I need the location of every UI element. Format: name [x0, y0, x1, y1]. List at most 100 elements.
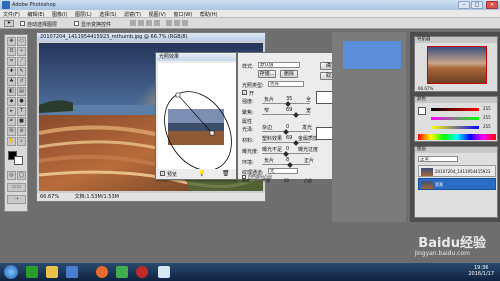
material-min: 塑料效果	[262, 136, 283, 142]
eraser-tool-icon[interactable]: ◧	[7, 87, 16, 96]
right-panels: 导航器 66.67% 颜色 255 255 255 图层 正常 20107204…	[410, 32, 500, 222]
app-title: Adobe Photoshop	[12, 2, 56, 8]
light-center-handle[interactable]	[209, 130, 215, 136]
notes-tool-icon[interactable]: ✉	[7, 127, 16, 136]
focus-min: 窄	[264, 108, 270, 114]
save-button[interactable]: 存储...	[258, 70, 276, 78]
gloss-max: 发光	[302, 125, 313, 131]
layer-thumbnail	[421, 181, 433, 189]
history-brush-icon[interactable]: ↺	[17, 77, 26, 86]
document-status-bar: 66.67% 文档:1.53M/1.53M	[37, 193, 265, 201]
green-slider[interactable]	[431, 117, 479, 120]
layer-row[interactable]: 20107204_1411954415923	[418, 165, 496, 177]
type-tool-icon[interactable]: T	[17, 107, 26, 116]
blur-tool-icon[interactable]: ◆	[7, 97, 16, 106]
shape-tool-icon[interactable]: ■	[17, 117, 26, 126]
toolbox: ✥ ▭ ʘ ✧ ⌗ ⟋ ✚ ✎ ♣ ↺ ◧ ▤ ◆ ● ▸ T ✒ ■ ✉ ⊘ …	[4, 34, 28, 212]
layer-name-background: 背景	[435, 182, 443, 187]
document-title: 20107204_1411954415923_mthumb.jpg @ 66.7…	[37, 33, 265, 41]
gloss-min: 杂边	[262, 125, 273, 131]
light-on-checkbox[interactable]: ✓	[242, 90, 247, 95]
layer-name: 20107204_1411954415923	[435, 169, 491, 174]
intensity-min: 负片	[264, 97, 275, 103]
magic-wand-icon[interactable]: ✧	[17, 47, 26, 56]
navigator-tab[interactable]: 导航器	[415, 37, 497, 43]
slice-tool-icon[interactable]: ⟋	[17, 57, 26, 66]
marquee-tool-icon[interactable]: ▭	[17, 37, 26, 46]
close-button[interactable]: ✕	[486, 1, 498, 9]
brush-tool-icon[interactable]: ✎	[17, 67, 26, 76]
color-spectrum-bar[interactable]	[418, 134, 496, 140]
zoom-tool-icon[interactable]: ⌕	[17, 137, 26, 146]
light-preview-area[interactable]	[158, 63, 236, 169]
texture-select[interactable]: 无	[268, 168, 298, 174]
lightbulb-icon[interactable]: 💡	[198, 170, 205, 177]
preview-checkbox[interactable]: ✓	[160, 171, 165, 176]
focus-slider[interactable]	[262, 114, 310, 115]
blue-slider[interactable]	[431, 126, 479, 129]
light-on-label: 开	[249, 91, 255, 97]
trash-icon[interactable]: 🗑	[222, 170, 230, 177]
style-select[interactable]: 默认值	[258, 62, 300, 68]
system-clock[interactable]: 19:36 2016/1/17	[468, 265, 494, 277]
document-size: 文档:1.53M/1.53M	[74, 194, 119, 200]
standard-mode-icon[interactable]: ◯	[17, 171, 26, 180]
crop-tool-icon[interactable]: ⌗	[7, 57, 16, 66]
photoshop-app-icon	[2, 1, 10, 9]
delete-button[interactable]: 删除	[280, 70, 298, 78]
maximize-button[interactable]: □	[471, 1, 483, 9]
folder-icon[interactable]	[46, 266, 58, 278]
clone-stamp-icon[interactable]: ♣	[7, 77, 16, 86]
height-max: 凸起	[304, 178, 312, 183]
title-bar: Adobe Photoshop – □ ✕	[0, 0, 500, 10]
move-tool-icon[interactable]: ➤	[4, 20, 14, 27]
record-icon[interactable]	[136, 266, 148, 278]
show-transform-checkbox[interactable]	[74, 21, 79, 26]
quick-mask-icon[interactable]: ◎	[7, 171, 16, 180]
navigator-zoom: 66.67%	[418, 86, 434, 91]
layer-thumbnail	[421, 168, 433, 176]
hand-tool-icon[interactable]: ✋	[7, 137, 16, 146]
app-icon-green[interactable]	[26, 266, 38, 278]
healing-brush-icon[interactable]: ✚	[7, 67, 16, 76]
color-foreground-swatch[interactable]	[418, 107, 426, 115]
palette-well[interactable]	[342, 40, 402, 70]
gradient-tool-icon[interactable]: ▤	[17, 87, 26, 96]
red-value: 255	[483, 106, 491, 111]
gloss-label: 光泽:	[242, 127, 254, 133]
panel-dock	[332, 32, 406, 222]
background-color-swatch[interactable]	[14, 156, 23, 165]
jump-to-imageready-icon[interactable]: ⇢	[7, 195, 26, 204]
baidu-watermark: Baidu经验	[418, 236, 486, 251]
layer-row-selected[interactable]: 背景	[418, 178, 496, 190]
layers-tab[interactable]: 图层	[415, 147, 497, 153]
dodge-tool-icon[interactable]: ●	[17, 97, 26, 106]
photoshop-taskbar-icon[interactable]	[158, 266, 170, 278]
exposure-max: 曝光过度	[298, 147, 319, 153]
blend-mode-select[interactable]: 正常	[418, 156, 458, 162]
style-label: 样式:	[242, 64, 254, 70]
media-player-icon[interactable]	[116, 266, 128, 278]
lasso-tool-icon[interactable]: ʘ	[7, 47, 16, 56]
path-select-icon[interactable]: ▸	[7, 107, 16, 116]
watermark-url: jingyan.baidu.com	[414, 250, 470, 257]
light-handle[interactable]	[175, 92, 181, 98]
navigator-thumbnail[interactable]	[427, 46, 487, 84]
screen-mode-icon[interactable]: ▭▭	[7, 183, 26, 192]
firefox-icon[interactable]	[96, 266, 108, 278]
ie-icon[interactable]	[66, 266, 78, 278]
exposure-min: 曝光不足	[262, 147, 283, 153]
pen-tool-icon[interactable]: ✒	[7, 117, 16, 126]
material-slider[interactable]	[262, 142, 310, 143]
align-icons[interactable]	[130, 20, 250, 27]
minimize-button[interactable]: –	[458, 1, 470, 9]
eyedropper-icon[interactable]: ⊘	[17, 127, 26, 136]
layers-panel: 图层 正常 20107204_1411954415923 背景	[414, 146, 498, 218]
auto-select-checkbox[interactable]	[20, 21, 25, 26]
auto-select-label: 自动选择图层	[27, 22, 58, 28]
start-button-icon[interactable]	[4, 265, 18, 279]
red-slider[interactable]	[431, 108, 479, 111]
color-tab[interactable]: 颜色	[415, 97, 497, 103]
light-type-select[interactable]: 点光	[268, 81, 304, 87]
move-tool-icon[interactable]: ✥	[7, 37, 16, 46]
